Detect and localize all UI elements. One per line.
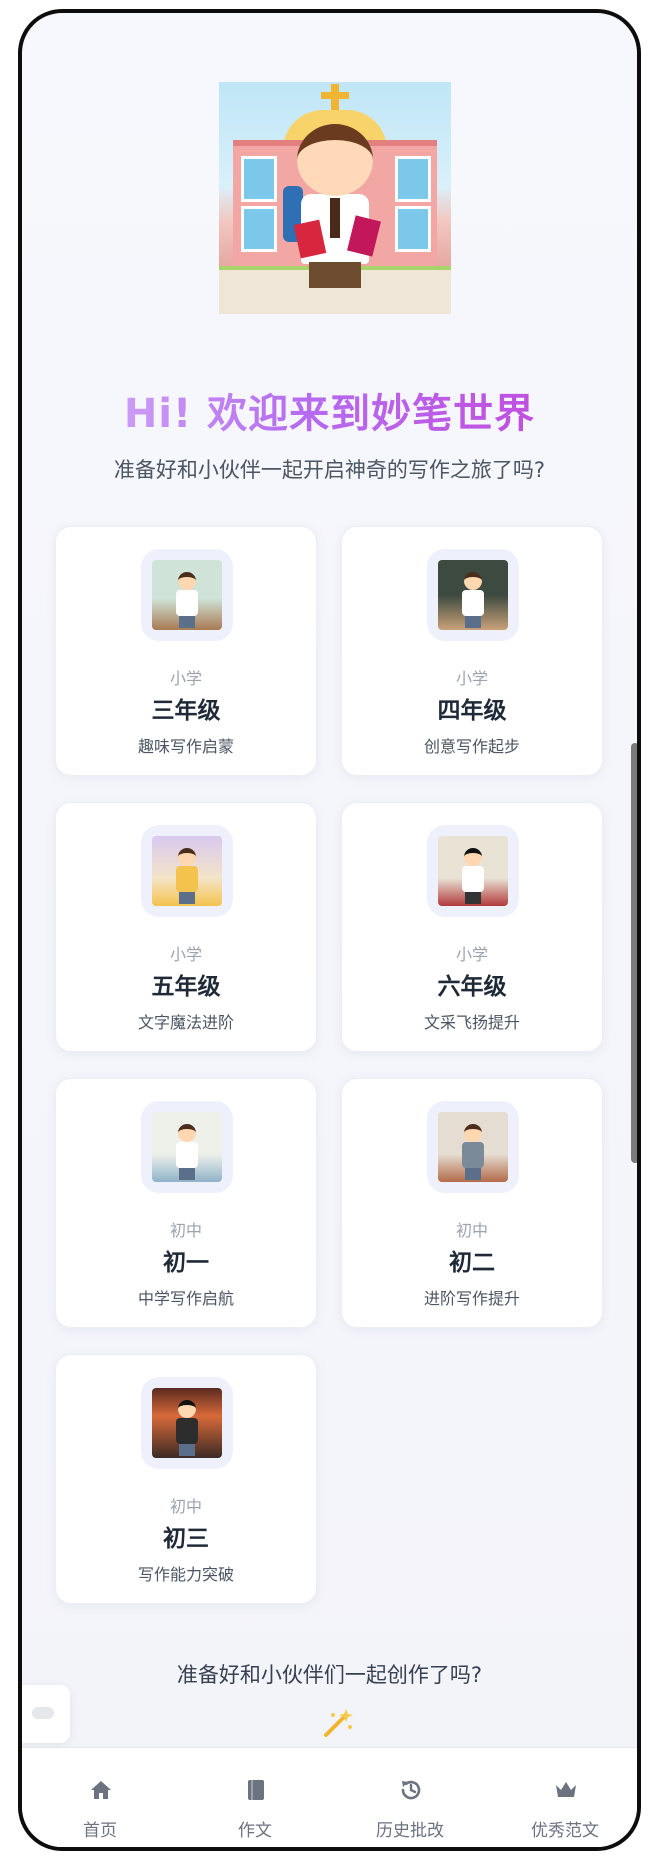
tab-history[interactable]: 历史批改 [335,1748,485,1847]
grade-level: 初中 [169,1221,202,1240]
grade-level: 初中 [169,1497,202,1516]
student-illustration [152,1388,222,1458]
grade-description: 写作能力突破 [137,1565,234,1584]
grade-level: 小学 [169,945,202,964]
floating-side-button[interactable] [22,1685,70,1743]
grade-card-8[interactable]: 初中 初二 进阶写作提升 [341,1078,603,1328]
tab-essay[interactable]: 作文 [180,1748,330,1847]
grade-description: 中学写作启航 [137,1289,234,1308]
grade-description: 趣味写作启蒙 [137,737,234,756]
welcome-subtitle: 准备好和小伙伴一起开启神奇的写作之旅了吗? [113,458,546,482]
tab-label: 首页 [83,1821,117,1841]
grade-level: 小学 [455,669,488,688]
student-illustration [438,1112,508,1182]
home-icon [91,1781,111,1799]
grade-card-6[interactable]: 小学 六年级 文采飞扬提升 [341,802,603,1052]
grade-description: 文字魔法进阶 [137,1013,234,1032]
grade-card-5[interactable]: 小学 五年级 文字魔法进阶 [55,802,317,1052]
student-illustration [152,560,222,630]
history-icon [401,1780,421,1800]
grade-name: 初一 [163,1250,209,1276]
tab-label: 优秀范文 [531,1821,599,1841]
tab-home[interactable]: 首页 [25,1748,175,1847]
grade-name: 四年级 [437,698,507,724]
grade-thumbnail [427,1101,519,1193]
crown-icon [556,1782,576,1797]
grade-name: 五年级 [151,974,221,1000]
grade-card-3[interactable]: 小学 三年级 趣味写作启蒙 [55,526,317,776]
welcome-title: Hi! 欢迎来到妙笔世界 [22,381,637,439]
grade-level: 小学 [169,669,202,688]
bottom-tab-bar: 首页 作文 历史批改 优秀范文 [22,1747,637,1847]
student-illustration [152,836,222,906]
scrollbar[interactable] [631,743,637,1163]
tab-label: 历史批改 [376,1821,444,1841]
grade-thumbnail [141,549,233,641]
student-illustration [438,560,508,630]
grade-name: 初二 [449,1250,495,1276]
grade-thumbnail [141,825,233,917]
grade-description: 进阶写作提升 [423,1289,520,1308]
student-illustration [438,836,508,906]
grade-name: 初三 [163,1526,209,1552]
student-illustration [152,1112,222,1182]
grade-level: 小学 [455,945,488,964]
grade-description: 创意写作起步 [423,737,520,756]
grade-name: 三年级 [151,698,221,724]
magic-wand-icon[interactable] [320,1707,354,1741]
grade-card-4[interactable]: 小学 四年级 创意写作起步 [341,526,603,776]
grade-card-9[interactable]: 初中 初三 写作能力突破 [55,1354,317,1604]
hero-illustration [219,82,451,314]
app-screen: Hi! 欢迎来到妙笔世界 准备好和小伙伴一起开启神奇的写作之旅了吗? 小学 三年… [18,9,641,1851]
notebook-icon [248,1780,264,1800]
create-prompt: 准备好和小伙伴们一起创作了吗? [176,1663,483,1687]
grade-thumbnail [427,825,519,917]
grade-level: 初中 [455,1221,488,1240]
tab-excellent-essays[interactable]: 优秀范文 [490,1748,637,1847]
grade-card-7[interactable]: 初中 初一 中学写作启航 [55,1078,317,1328]
grade-name: 六年级 [437,974,507,1000]
tab-label: 作文 [238,1821,272,1841]
grade-description: 文采飞扬提升 [423,1013,520,1032]
grade-thumbnail [427,549,519,641]
grade-thumbnail [141,1101,233,1193]
grade-thumbnail [141,1377,233,1469]
